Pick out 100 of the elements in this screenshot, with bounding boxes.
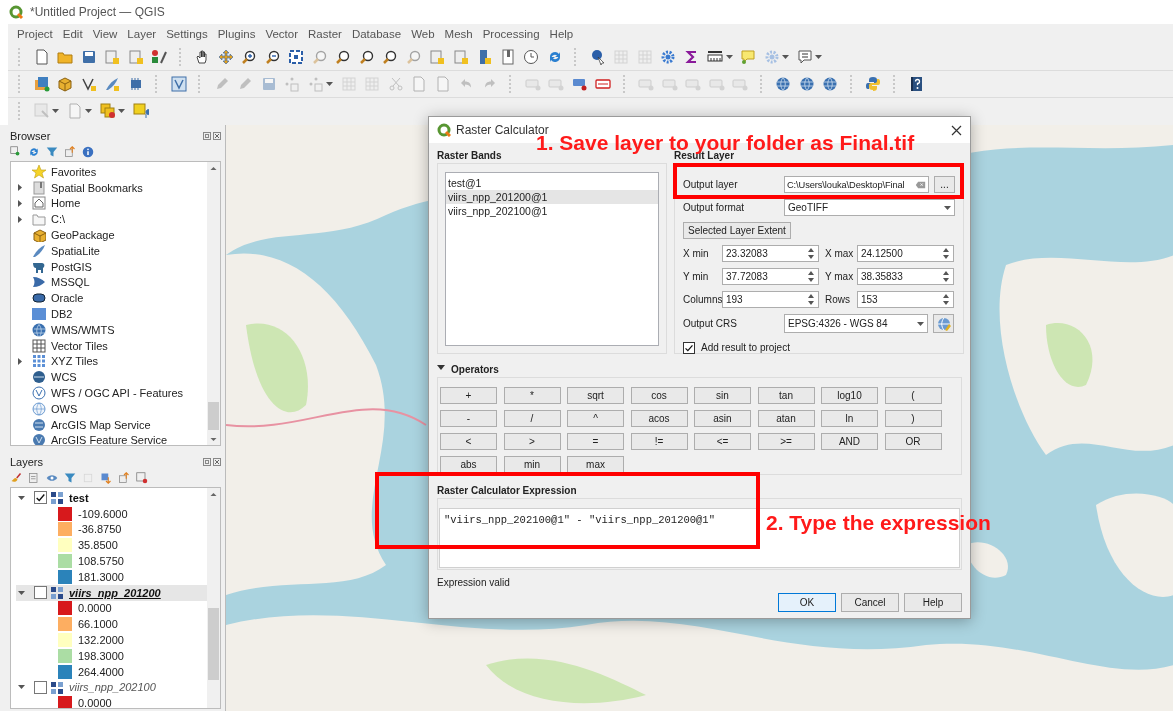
layers-icon[interactable] xyxy=(33,76,50,92)
expand-arrow-icon[interactable] xyxy=(18,200,22,207)
operator-button[interactable]: cos xyxy=(630,387,688,404)
snake-logo-icon[interactable] xyxy=(865,76,881,92)
operator-button[interactable]: = xyxy=(567,433,624,450)
tree-item[interactable]: WMS/WMTS xyxy=(51,323,115,336)
zoom-in-icon[interactable] xyxy=(241,49,257,65)
nodes-icon[interactable] xyxy=(284,76,300,92)
clock-icon[interactable] xyxy=(523,49,539,65)
number-field[interactable]: 153 xyxy=(857,291,954,308)
operator-button[interactable]: ( xyxy=(884,387,942,404)
tree-item[interactable]: Vector Tiles xyxy=(51,339,108,352)
spin-arrows-icon[interactable] xyxy=(942,270,950,283)
operator-button[interactable]: * xyxy=(503,387,561,404)
number-field[interactable]: 24.12500 xyxy=(857,245,954,262)
number-field[interactable]: 193 xyxy=(722,291,819,308)
dropdown[interactable]: EPSG:4326 - WGS 84 xyxy=(784,314,928,333)
tree-item[interactable]: C:\ xyxy=(51,213,66,226)
tree-item[interactable]: DB2 xyxy=(51,308,73,321)
dropdown[interactable]: GeoTIFF xyxy=(784,199,955,216)
ruler-icon[interactable] xyxy=(707,49,723,65)
operator-button[interactable]: != xyxy=(630,433,688,450)
menu-item[interactable]: Database xyxy=(351,28,402,40)
operator-button[interactable]: + xyxy=(440,387,497,404)
spin-arrows-icon[interactable] xyxy=(942,247,950,260)
list-item[interactable]: viirs_npp_201200@1 xyxy=(446,190,658,204)
clear-icon[interactable] xyxy=(915,180,926,189)
magnifier-icon[interactable] xyxy=(382,49,398,65)
operator-button[interactable]: OR xyxy=(884,433,942,450)
move-arrows-icon[interactable] xyxy=(217,49,234,65)
menu-item[interactable]: Plugins xyxy=(217,28,256,40)
save-icon[interactable] xyxy=(80,49,97,65)
label-icon[interactable] xyxy=(571,76,588,92)
label-icon[interactable] xyxy=(595,76,611,92)
spin-arrows-icon[interactable] xyxy=(807,270,815,283)
layer-name[interactable]: test xyxy=(69,491,89,504)
operator-button[interactable]: sqrt xyxy=(567,387,624,404)
tree-item[interactable]: XYZ Tiles xyxy=(51,355,99,368)
folder-icon[interactable] xyxy=(57,49,73,65)
menu-item[interactable]: Edit xyxy=(62,28,83,40)
crs-button[interactable] xyxy=(933,314,954,333)
checkbox[interactable] xyxy=(34,586,47,600)
operator-button[interactable]: / xyxy=(503,410,561,427)
caret-icon[interactable] xyxy=(917,321,924,326)
caret-icon[interactable] xyxy=(52,109,59,113)
brush-icon[interactable] xyxy=(10,472,22,484)
caret-icon[interactable] xyxy=(85,109,92,113)
list-item[interactable]: test@1 xyxy=(446,176,658,190)
operator-button[interactable]: > xyxy=(503,433,561,450)
scrollbar[interactable] xyxy=(207,488,220,708)
collapse-all-icon[interactable] xyxy=(118,472,130,484)
number-field[interactable]: 23.32083 xyxy=(722,245,819,262)
caret-icon[interactable] xyxy=(725,55,733,59)
tree-item[interactable]: ArcGIS Map Service xyxy=(51,418,151,431)
tree-item[interactable]: WFS / OGC API - Features xyxy=(51,387,184,400)
filter-icon[interactable] xyxy=(46,146,58,158)
tree-item[interactable]: Spatial Bookmarks xyxy=(51,181,143,194)
expand-arrow-icon[interactable] xyxy=(18,357,22,365)
operator-button[interactable]: log10 xyxy=(821,387,878,404)
remove-layer-icon[interactable] xyxy=(136,472,148,484)
operator-button[interactable]: atan xyxy=(757,410,815,427)
extent-button[interactable]: Selected Layer Extent xyxy=(683,222,791,239)
layer-name[interactable]: viirs_npp_201200 xyxy=(69,586,161,599)
operator-button[interactable]: < xyxy=(440,433,497,450)
list-item[interactable]: viirs_npp_202100@1 xyxy=(446,204,658,218)
new-page-icon[interactable] xyxy=(33,49,50,65)
frame-icon[interactable] xyxy=(288,49,304,65)
settings-icon[interactable] xyxy=(660,49,676,65)
operator-button[interactable]: - xyxy=(440,410,497,427)
menu-item[interactable]: Mesh xyxy=(444,28,473,40)
menu-item[interactable]: Help xyxy=(549,28,574,40)
tree-item[interactable]: ArcGIS Feature Service xyxy=(51,434,168,445)
float-icon[interactable] xyxy=(203,131,211,140)
operator-button[interactable]: AND xyxy=(821,433,878,450)
info-icon[interactable] xyxy=(82,146,94,158)
tree-item[interactable]: WCS xyxy=(51,371,77,384)
magnifier-icon[interactable] xyxy=(335,49,351,65)
collapse-arrow-icon[interactable] xyxy=(17,495,25,500)
map-pin-icon[interactable] xyxy=(132,103,149,119)
operator-button[interactable]: asin xyxy=(694,410,751,427)
tree-item[interactable]: Home xyxy=(51,197,81,210)
operator-button[interactable]: acos xyxy=(630,410,688,427)
caret-icon[interactable] xyxy=(782,55,789,59)
vector-square-icon[interactable] xyxy=(170,76,187,92)
operator-button[interactable]: ) xyxy=(884,410,942,427)
menu-item[interactable]: Web xyxy=(411,28,435,40)
dialog-button[interactable]: Help xyxy=(904,593,962,612)
zoom-out-icon[interactable] xyxy=(264,49,281,65)
menu-item[interactable]: Vector xyxy=(265,28,298,40)
collapse-arrow-icon[interactable] xyxy=(17,685,25,690)
eye-icon[interactable] xyxy=(46,472,58,484)
checkbox[interactable] xyxy=(683,341,695,354)
add-icon[interactable] xyxy=(10,146,22,158)
checkbox[interactable] xyxy=(34,680,47,694)
menu-item[interactable]: Layer xyxy=(127,28,157,40)
spin-arrows-icon[interactable] xyxy=(942,293,950,306)
float-icon[interactable] xyxy=(203,457,211,466)
filter-icon[interactable] xyxy=(64,472,76,484)
caret-icon[interactable] xyxy=(815,55,822,59)
hand-icon[interactable] xyxy=(194,49,210,65)
